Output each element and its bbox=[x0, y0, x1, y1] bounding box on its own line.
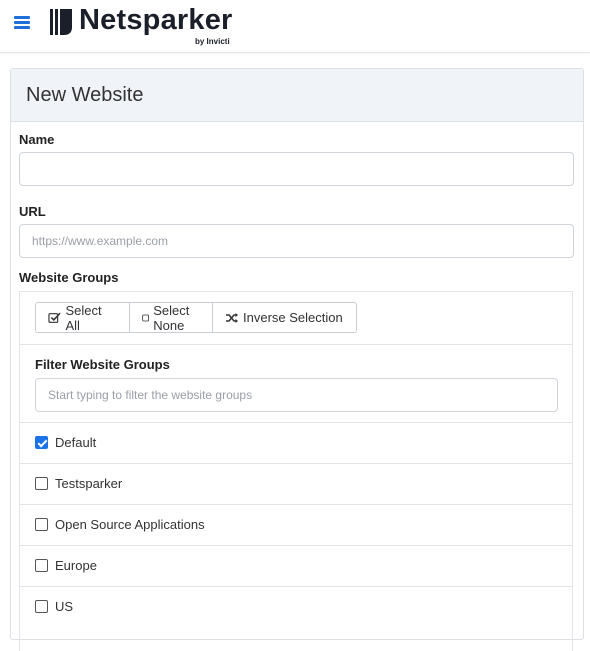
name-label: Name bbox=[19, 132, 55, 147]
group-checkbox-open-source[interactable] bbox=[35, 518, 48, 531]
logo-subtitle: by Invicti bbox=[195, 37, 230, 46]
group-label-europe: Europe bbox=[55, 558, 97, 573]
url-input[interactable] bbox=[19, 224, 574, 258]
group-item-europe[interactable]: Europe bbox=[20, 545, 572, 586]
group-item-us[interactable]: US bbox=[20, 586, 572, 627]
new-website-panel: New Website Name URL Website Groups Sele… bbox=[10, 68, 584, 651]
inverse-selection-button[interactable]: Inverse Selection bbox=[212, 302, 357, 333]
top-navbar: Netsparker by Invicti bbox=[0, 0, 590, 53]
website-groups-box: Select All Select None Inverse Selection… bbox=[19, 291, 573, 651]
group-item-open-source[interactable]: Open Source Applications bbox=[20, 504, 572, 545]
shuffle-icon bbox=[226, 312, 238, 323]
panel-header: New Website bbox=[11, 69, 583, 122]
group-label-us: US bbox=[55, 599, 74, 614]
netsparker-logo-mark-icon bbox=[50, 9, 72, 35]
group-checkbox-europe[interactable] bbox=[35, 559, 48, 572]
group-item-default[interactable]: Default bbox=[20, 422, 572, 463]
filter-groups-input[interactable] bbox=[35, 378, 558, 412]
group-checkbox-default[interactable] bbox=[35, 436, 48, 449]
filter-groups-label: Filter Website Groups bbox=[35, 357, 170, 372]
group-checkbox-us[interactable] bbox=[35, 600, 48, 613]
select-all-button[interactable]: Select All bbox=[35, 302, 130, 333]
check-square-icon bbox=[48, 312, 61, 323]
website-groups-label: Website Groups bbox=[19, 270, 119, 285]
logo-text: Netsparker bbox=[79, 4, 233, 36]
hamburger-menu-icon[interactable] bbox=[14, 15, 30, 29]
divider bbox=[20, 344, 572, 345]
page-title: New Website bbox=[26, 84, 144, 106]
name-input[interactable] bbox=[19, 152, 574, 186]
group-item-testsparker[interactable]: Testsparker bbox=[20, 463, 572, 504]
group-label-default: Default bbox=[55, 435, 97, 450]
inverse-selection-label: Inverse Selection bbox=[243, 310, 343, 325]
group-label-open-source: Open Source Applications bbox=[55, 517, 205, 532]
selection-button-group: Select All Select None Inverse Selection bbox=[35, 302, 357, 333]
url-label: URL bbox=[19, 204, 46, 219]
empty-square-icon bbox=[142, 314, 150, 321]
group-label-testsparker: Testsparker bbox=[55, 476, 123, 491]
select-none-button[interactable]: Select None bbox=[129, 302, 213, 333]
select-all-label: Select All bbox=[65, 302, 102, 333]
select-none-label: Select None bbox=[153, 302, 190, 333]
group-checkbox-testsparker[interactable] bbox=[35, 477, 48, 490]
